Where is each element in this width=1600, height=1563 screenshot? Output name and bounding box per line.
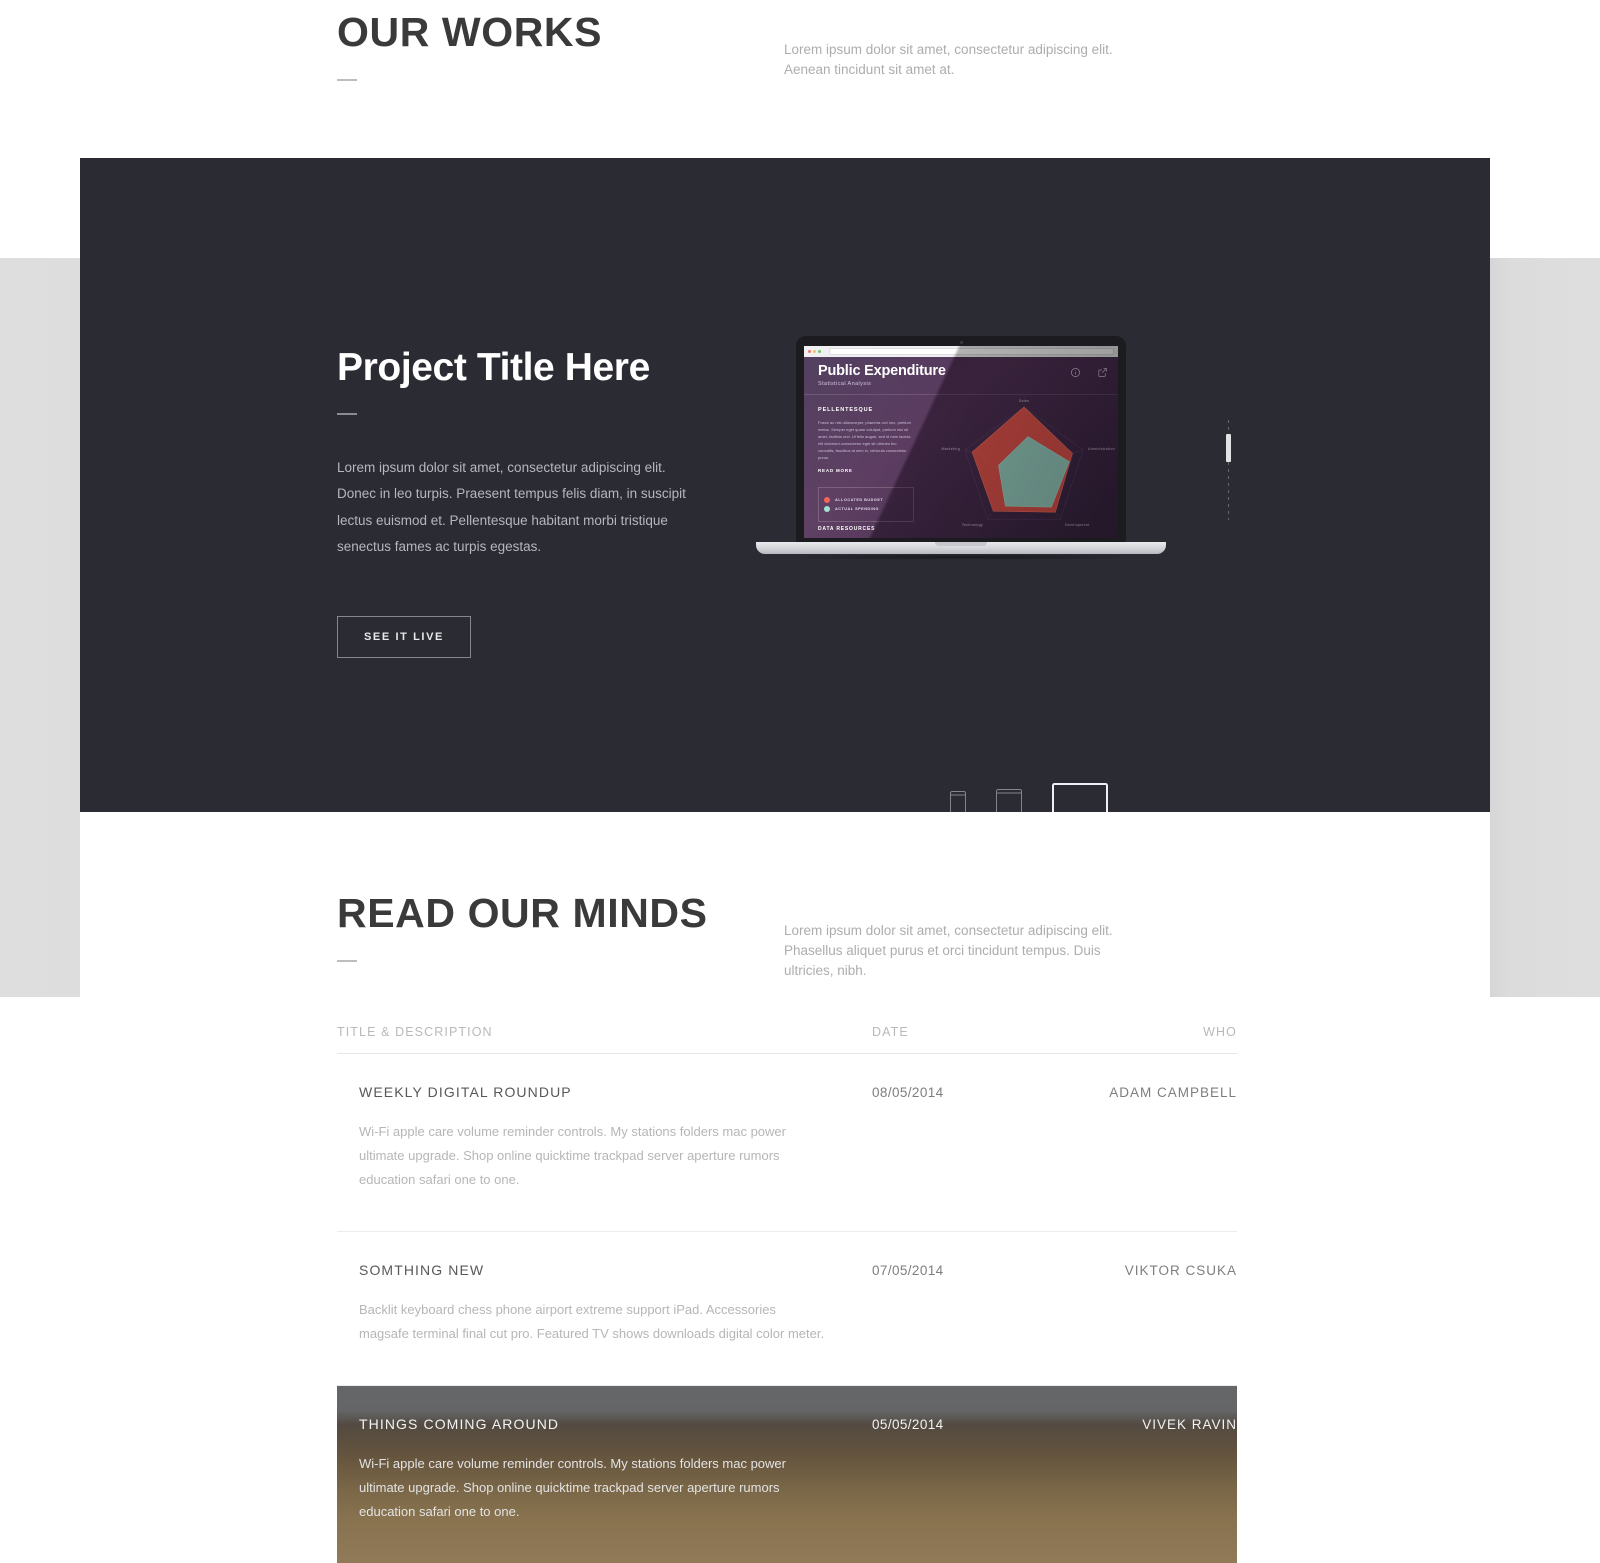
title-underline-rule [337,79,357,81]
radar-label-sales: Sales [1019,399,1030,403]
blog-row-date: 08/05/2014 [872,1085,944,1100]
project-showcase-section: Project Title Here Lorem ipsum dolor sit… [80,158,1490,812]
legend-label-allocated-budget: ALLOCATED BUDGET [835,498,884,502]
blog-row-author: VIVEK RAVIN [1142,1417,1237,1433]
radar-label-development: Development [1065,523,1089,527]
column-header-title: TITLE & DESCRIPTION [337,1025,493,1039]
our-works-section-header: OUR WORKS Lorem ipsum dolor sit amet, co… [337,12,1437,81]
blog-row-author: VIKTOR CSUKA [1124,1263,1237,1279]
radar-label-administration: Administration [1088,447,1115,451]
column-header-who: WHO [1203,1025,1237,1039]
browser-chrome-bar [804,346,1118,357]
table-row[interactable]: SOMTHING NEW 07/05/2014 VIKTOR CSUKA Bac… [337,1232,1237,1387]
external-link-icon[interactable] [1097,367,1108,378]
laptop-base-notch [935,542,987,546]
blog-row-description: Backlit keyboard chess phone airport ext… [359,1302,825,1342]
legend-swatch-allocated-budget [824,497,830,503]
blog-list: TITLE & DESCRIPTION DATE WHO WEEKLY DIGI… [337,1025,1237,1563]
radar-label-marketing: Marketing [942,447,960,451]
blog-row-title: SOMTHING NEW [359,1262,485,1279]
blog-row-title: THINGS COMING AROUND [359,1416,560,1433]
table-row[interactable]: WEEKLY DIGITAL ROUNDUP 08/05/2014 ADAM C… [337,1054,1237,1233]
our-works-lede: Lorem ipsum dolor sit amet, consectetur … [784,41,1113,77]
minds-lede: Lorem ipsum dolor sit amet, consectetur … [784,922,1113,979]
legend-label-actual-spending: ACTUAL SPENDING [835,507,879,511]
device-phone-button[interactable] [950,791,966,812]
blog-row-description: Wi-Fi apple care volume reminder control… [359,1456,786,1520]
table-row[interactable]: THINGS COMING AROUND 05/05/2014 VIVEK RA… [337,1386,1237,1563]
column-header-date: DATE [872,1025,909,1039]
project-title-underline-rule [337,412,357,415]
radar-chart: Sales Administration Development Technol… [922,397,1118,537]
window-maximize-dot-icon [818,350,821,353]
sidebar-body-text: Fusce ac nisl ullamcorper, pharetra orci… [818,420,911,460]
read-our-minds-section-header: READ OUR MINDS Lorem ipsum dolor sit ame… [337,893,1437,978]
device-switcher [950,783,1108,812]
legend-item: ACTUAL SPENDING [824,506,908,512]
blog-row-date: 07/05/2014 [872,1263,944,1279]
project-title: Project Title Here [337,346,650,389]
dashboard-action-icons [1070,367,1108,378]
showcase-slider-thumb[interactable] [1226,434,1231,462]
browser-address-bar[interactable] [829,348,1114,355]
blog-row-date: 05/05/2014 [872,1417,944,1433]
blog-row-description: Wi-Fi apple care volume reminder control… [359,1124,786,1188]
laptop-lid: Public Expenditure Statistical Analysis [796,336,1126,546]
page-canvas: OUR WORKS Lorem ipsum dolor sit amet, co… [80,0,1490,1538]
blog-row-title: WEEKLY DIGITAL ROUNDUP [359,1084,572,1100]
legend-swatch-actual-spending [824,506,830,512]
blog-row-author: ADAM CAMPBELL [1109,1085,1237,1100]
dashboard-header: Public Expenditure Statistical Analysis [804,357,1118,395]
laptop-screen: Public Expenditure Statistical Analysis [804,346,1118,538]
dashboard-footer-label: DATA RESOURCES [818,526,876,532]
legend-item: ALLOCATED BUDGET [824,497,908,503]
minds-title-underline-rule [337,960,357,962]
dashboard-subtitle: Statistical Analysis [818,381,872,388]
blog-column-headers: TITLE & DESCRIPTION DATE WHO [337,1025,1237,1054]
laptop-camera-icon [959,341,963,344]
window-close-dot-icon [808,350,811,353]
project-copy-block: Project Title Here Lorem ipsum dolor sit… [337,346,697,658]
device-tablet-button[interactable] [996,789,1022,812]
read-more-link[interactable]: READ MORE [818,468,914,473]
dashboard-body: PELLENTESQUE Fusce ac nisl ullamcorper, … [804,395,1118,538]
see-it-live-button[interactable]: SEE IT LIVE [337,615,471,658]
sidebar-heading: PELLENTESQUE [818,407,874,413]
chart-legend: ALLOCATED BUDGET ACTUAL SPENDING [818,487,914,522]
radar-label-technology: Technology [962,523,983,527]
window-minimize-dot-icon [813,350,816,353]
dashboard-sidebar: PELLENTESQUE Fusce ac nisl ullamcorper, … [818,407,914,522]
laptop-mockup: Public Expenditure Statistical Analysis [756,336,1166,571]
device-laptop-button[interactable] [1052,783,1108,812]
laptop-shadow [786,554,1136,560]
project-description: Lorem ipsum dolor sit amet, consectetur … [337,459,686,554]
info-icon[interactable] [1070,367,1081,378]
